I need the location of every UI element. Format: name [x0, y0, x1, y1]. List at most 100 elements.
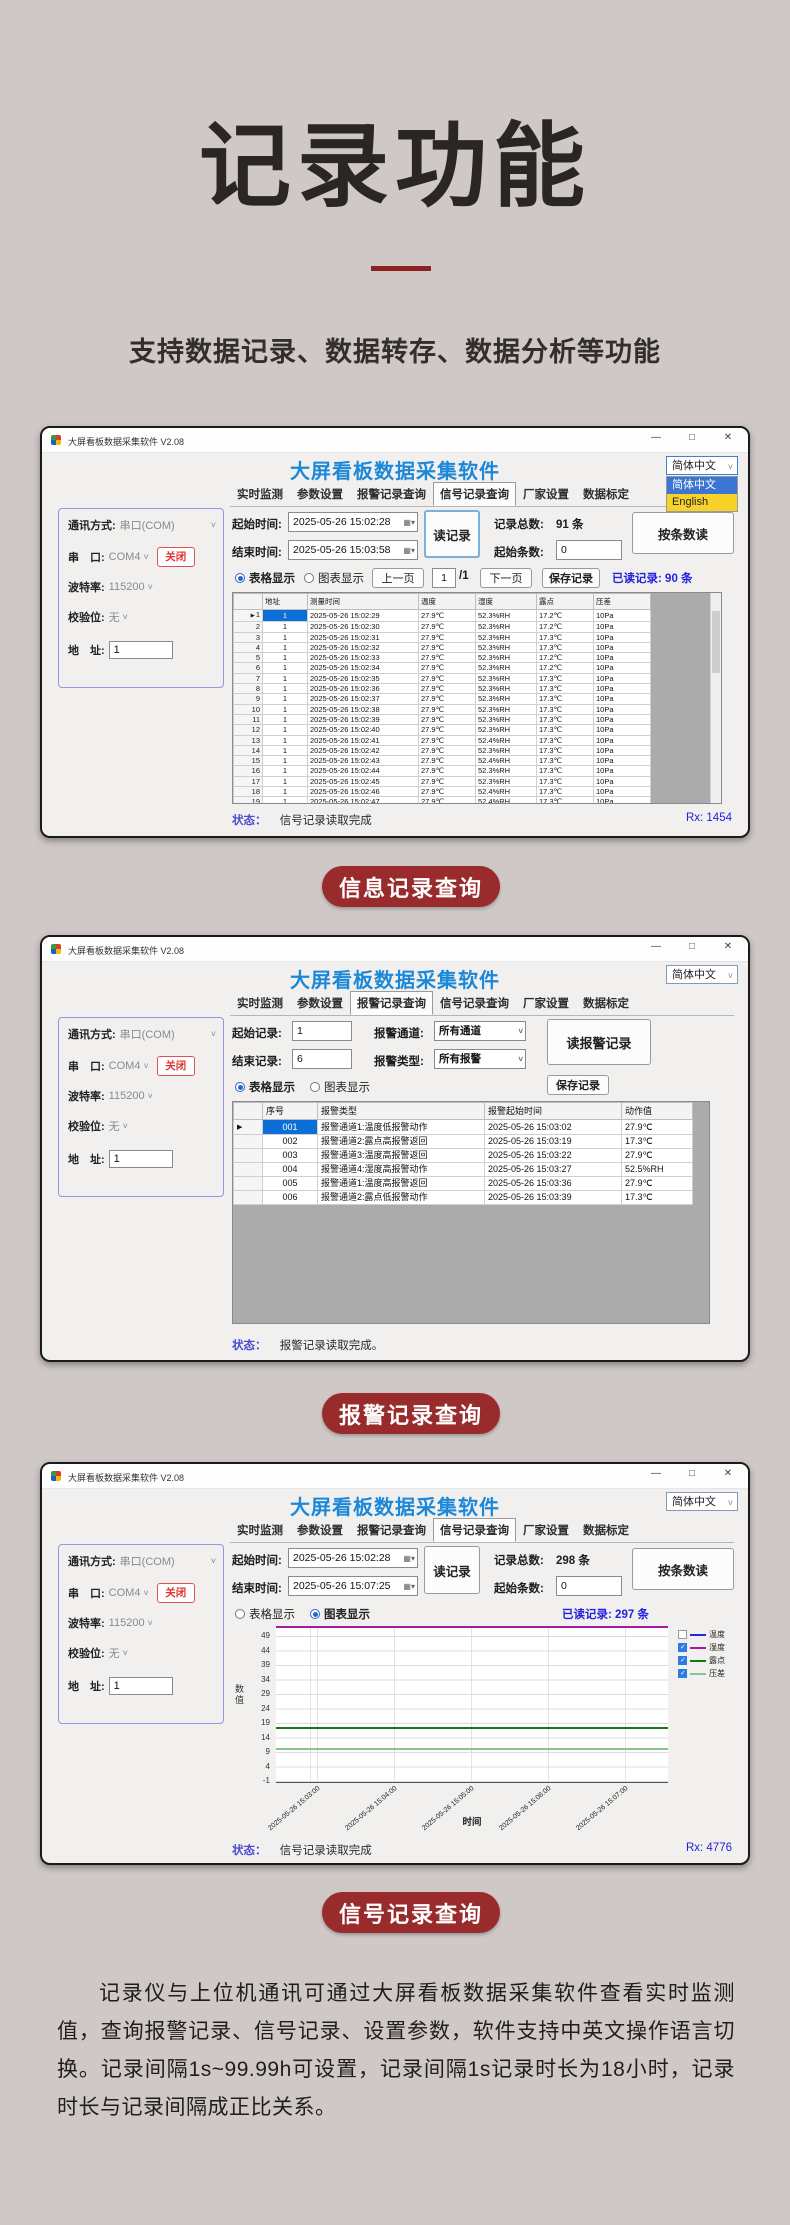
table-row[interactable]: 1912025-05-26 15:02:4727.9℃52.4%RH17.3℃1… [234, 797, 651, 804]
table-row[interactable]: 004报警通道4:湿度高报警动作2025-05-26 15:03:2752.5%… [234, 1163, 693, 1177]
table-row[interactable]: 512025-05-26 15:02:3327.9℃52.3%RH17.2℃10… [234, 653, 651, 663]
alarm-type-select[interactable]: 所有报警˅ [434, 1049, 526, 1069]
tab-factory[interactable]: 厂家设置 [516, 1518, 576, 1542]
close-icon[interactable]: ✕ [722, 1468, 734, 1479]
table-row[interactable]: 312025-05-26 15:02:3127.9℃52.3%RH17.3℃10… [234, 632, 651, 642]
minimize-icon[interactable]: — [650, 941, 662, 952]
language-select[interactable]: 简体中文 ˅ [666, 965, 738, 984]
language-select[interactable]: 简体中文 ˅ [666, 1492, 738, 1511]
comm-mode-select[interactable]: 串口(COM)˅ [120, 1026, 216, 1042]
table-row[interactable]: 1312025-05-26 15:02:4127.9℃52.4%RH17.3℃1… [234, 735, 651, 745]
baudrate-select[interactable]: 115200˅ [109, 1617, 153, 1629]
language-option-english[interactable]: English [667, 494, 737, 511]
tab-signal-records[interactable]: 信号记录查询 [433, 1518, 516, 1542]
start-index-input[interactable]: 0 [556, 540, 622, 560]
checkbox-checked-icon[interactable] [678, 1656, 687, 1665]
chart-view-radio[interactable] [310, 1082, 320, 1092]
read-alarm-records-button[interactable]: 读报警记录 [547, 1019, 651, 1065]
tab-calibration[interactable]: 数据标定 [576, 991, 636, 1015]
table-row[interactable]: 612025-05-26 15:02:3427.9℃52.3%RH17.2℃10… [234, 663, 651, 673]
tab-params[interactable]: 参数设置 [290, 482, 350, 506]
tab-realtime[interactable]: 实时监测 [230, 991, 290, 1015]
column-header[interactable] [234, 594, 263, 610]
table-row[interactable]: 006报警通道2:露点低报警动作2025-05-26 15:03:3917.3℃ [234, 1191, 693, 1205]
column-header[interactable]: 压差 [594, 594, 651, 610]
vertical-scrollbar[interactable] [710, 593, 721, 803]
table-row[interactable]: 1712025-05-26 15:02:4527.9℃52.3%RH17.3℃1… [234, 776, 651, 786]
table-row[interactable]: 1212025-05-26 15:02:4027.9℃52.3%RH17.3℃1… [234, 725, 651, 735]
tab-factory[interactable]: 厂家设置 [516, 482, 576, 506]
close-icon[interactable]: ✕ [722, 941, 734, 952]
page-number-input[interactable]: 1 [432, 568, 456, 588]
close-port-button[interactable]: 关闭 [157, 1583, 195, 1603]
maximize-icon[interactable]: □ [686, 941, 698, 952]
parity-select[interactable]: 无˅ [109, 1118, 128, 1134]
checkbox-icon[interactable] [678, 1630, 687, 1639]
table-row[interactable]: 812025-05-26 15:02:3627.9℃52.3%RH17.3℃10… [234, 684, 651, 694]
address-input[interactable]: 1 [109, 1150, 173, 1168]
tab-realtime[interactable]: 实时监测 [230, 482, 290, 506]
close-port-button[interactable]: 关闭 [157, 1056, 195, 1076]
serial-port-select[interactable]: COM4˅ [109, 1587, 149, 1599]
column-header[interactable]: 测量时间 [308, 594, 419, 610]
comm-mode-select[interactable]: 串口(COM)˅ [120, 517, 216, 533]
table-row[interactable]: 1012025-05-26 15:02:3827.9℃52.3%RH17.3℃1… [234, 704, 651, 714]
language-option-chinese[interactable]: 简体中文 [667, 477, 737, 494]
checkbox-checked-icon[interactable] [678, 1669, 687, 1678]
baudrate-select[interactable]: 115200˅ [109, 1090, 153, 1102]
checkbox-checked-icon[interactable] [678, 1643, 687, 1652]
minimize-icon[interactable]: — [650, 1468, 662, 1479]
close-icon[interactable]: ✕ [722, 432, 734, 443]
calendar-icon[interactable]: ▦▾ [403, 1550, 415, 1568]
column-header[interactable]: 报警类型 [318, 1103, 485, 1120]
tab-alarm-records[interactable]: 报警记录查询 [350, 482, 433, 506]
calendar-icon[interactable]: ▦▾ [403, 514, 415, 532]
read-records-button[interactable]: 读记录 [424, 1546, 480, 1594]
minimize-icon[interactable]: — [650, 432, 662, 443]
window-titlebar[interactable]: 大屏看板数据采集软件 V2.08 — □ ✕ [42, 937, 748, 962]
calendar-icon[interactable]: ▦▾ [403, 1578, 415, 1596]
tab-realtime[interactable]: 实时监测 [230, 1518, 290, 1542]
save-records-button[interactable]: 保存记录 [542, 568, 600, 588]
column-header[interactable]: 温度 [419, 594, 476, 610]
alarm-channel-select[interactable]: 所有通道˅ [434, 1021, 526, 1041]
maximize-icon[interactable]: □ [686, 432, 698, 443]
serial-port-select[interactable]: COM4˅ [109, 551, 149, 563]
tab-calibration[interactable]: 数据标定 [576, 1518, 636, 1542]
table-row[interactable]: 712025-05-26 15:02:3527.9℃52.3%RH17.3℃10… [234, 673, 651, 683]
tab-params[interactable]: 参数设置 [290, 991, 350, 1015]
table-row[interactable]: 1612025-05-26 15:02:4427.9℃52.3%RH17.3℃1… [234, 766, 651, 776]
window-titlebar[interactable]: 大屏看板数据采集软件 V2.08 — □ ✕ [42, 428, 748, 453]
column-header[interactable]: 露点 [537, 594, 594, 610]
tab-params[interactable]: 参数设置 [290, 1518, 350, 1542]
column-header[interactable]: 序号 [263, 1103, 318, 1120]
tab-alarm-records[interactable]: 报警记录查询 [350, 1518, 433, 1542]
serial-port-select[interactable]: COM4˅ [109, 1060, 149, 1072]
end-time-input[interactable]: 2025-05-26 15:03:58▦▾ [288, 540, 418, 560]
table-view-radio[interactable] [235, 1609, 245, 1619]
tab-calibration[interactable]: 数据标定 [576, 482, 636, 506]
address-input[interactable]: 1 [109, 1677, 173, 1695]
tab-signal-records[interactable]: 信号记录查询 [433, 482, 516, 506]
column-header[interactable]: 动作值 [622, 1103, 693, 1120]
column-header[interactable] [234, 1103, 263, 1120]
save-records-button[interactable]: 保存记录 [547, 1075, 609, 1095]
baudrate-select[interactable]: 115200˅ [109, 581, 153, 593]
start-time-input[interactable]: 2025-05-26 15:02:28▦▾ [288, 1548, 418, 1568]
parity-select[interactable]: 无˅ [109, 1645, 128, 1661]
table-row[interactable]: 001报警通道1:温度低报警动作2025-05-26 15:03:0227.9℃ [234, 1120, 693, 1135]
table-view-radio[interactable] [235, 573, 245, 583]
address-input[interactable]: 1 [109, 641, 173, 659]
comm-mode-select[interactable]: 串口(COM)˅ [120, 1553, 216, 1569]
window-titlebar[interactable]: 大屏看板数据采集软件 V2.08 — □ ✕ [42, 1464, 748, 1489]
table-row[interactable]: 1112025-05-26 15:02:3927.9℃52.3%RH17.3℃1… [234, 714, 651, 724]
start-index-input[interactable]: 0 [556, 1576, 622, 1596]
maximize-icon[interactable]: □ [686, 1468, 698, 1479]
table-view-radio[interactable] [235, 1082, 245, 1092]
table-row[interactable]: 005报警通道1:温度高报警返回2025-05-26 15:03:3627.9℃ [234, 1177, 693, 1191]
table-row[interactable]: 212025-05-26 15:02:3027.9℃52.3%RH17.2℃10… [234, 622, 651, 632]
table-row[interactable]: 912025-05-26 15:02:3727.9℃52.3%RH17.3℃10… [234, 694, 651, 704]
column-header[interactable]: 报警起始时间 [485, 1103, 622, 1120]
table-row[interactable]: 1812025-05-26 15:02:4627.9℃52.4%RH17.3℃1… [234, 787, 651, 797]
end-time-input[interactable]: 2025-05-26 15:07:25▦▾ [288, 1576, 418, 1596]
